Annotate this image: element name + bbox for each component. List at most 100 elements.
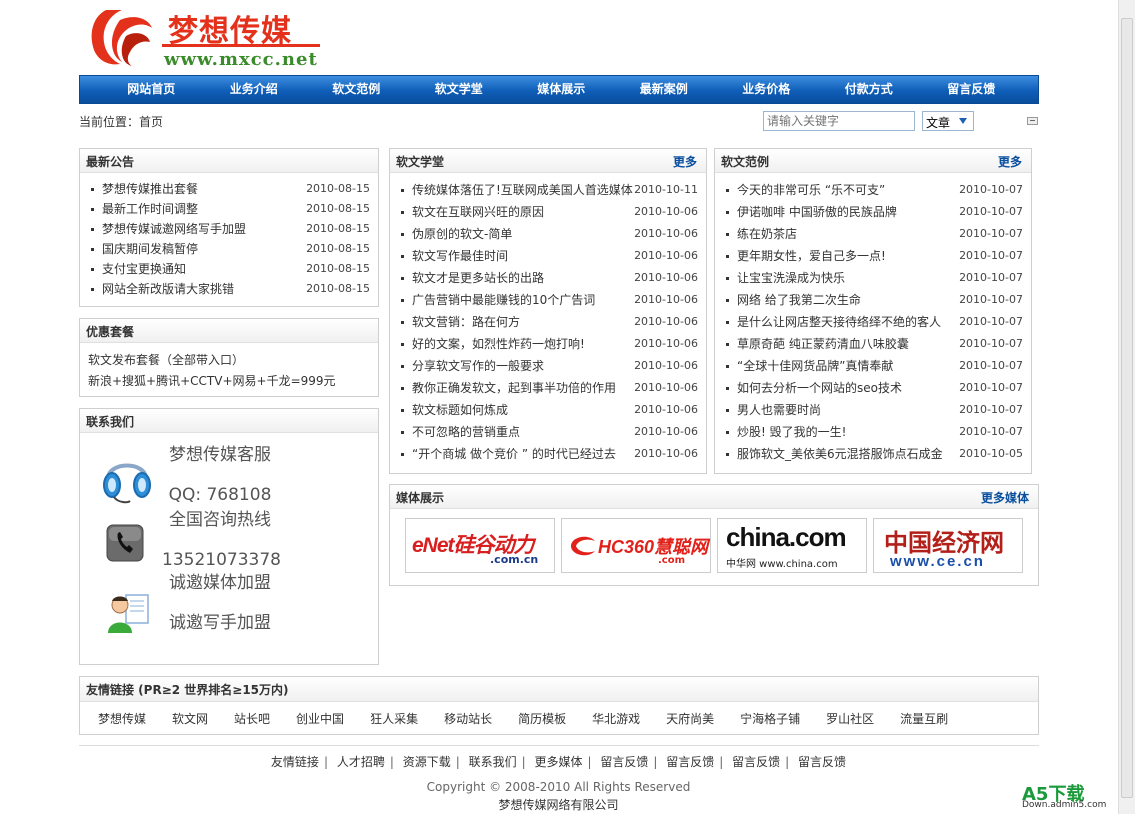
item-title[interactable]: 更年期女性，爱自己多一点!: [737, 249, 886, 263]
list-item[interactable]: “全球十佳网货品牌”真情奉献 2010-10-07: [715, 355, 1031, 377]
friend-link[interactable]: 梦想传媒: [98, 710, 146, 727]
media-logo-hc360[interactable]: HC360慧聪网 .com: [561, 518, 711, 573]
qq-number[interactable]: QQ: 768108: [168, 485, 272, 505]
friend-link[interactable]: 创业中国: [296, 710, 344, 727]
item-title[interactable]: 伪原创的软文-简单: [412, 227, 512, 241]
search-type-select[interactable]: 文章: [922, 111, 974, 131]
vertical-scrollbar[interactable]: [1118, 0, 1135, 814]
nav-home[interactable]: 网站首页: [100, 76, 203, 103]
list-item[interactable]: 梦想传媒推出套餐 2010-08-15: [80, 179, 378, 199]
footer-link[interactable]: 更多媒体: [534, 755, 582, 769]
item-title[interactable]: 软文营销：路在何方: [412, 315, 520, 329]
nav-payment[interactable]: 付款方式: [818, 76, 921, 103]
item-title[interactable]: 软文才是更多站长的出路: [412, 271, 544, 285]
item-title[interactable]: 练在奶茶店: [737, 227, 797, 241]
list-item[interactable]: 支付宝更换通知 2010-08-15: [80, 259, 378, 279]
examples-more-link[interactable]: 更多: [998, 153, 1022, 170]
nav-examples[interactable]: 软文范例: [305, 76, 408, 103]
nav-feedback[interactable]: 留言反馈: [920, 76, 1023, 103]
site-logo[interactable]: 梦想传媒 www.mxcc.net: [84, 4, 324, 72]
item-title[interactable]: 伊诺咖啡 中国骄傲的民族品牌: [737, 205, 897, 219]
list-item[interactable]: 分享软文写作的一般要求 2010-10-06: [390, 355, 706, 377]
footer-link[interactable]: 留言反馈: [666, 755, 714, 769]
friend-link[interactable]: 移动站长: [444, 710, 492, 727]
friend-link[interactable]: 流量互刷: [900, 710, 948, 727]
scrollbar-thumb[interactable]: [1121, 18, 1133, 798]
list-item[interactable]: 教你正确发软文，起到事半功倍的作用 2010-10-06: [390, 377, 706, 399]
friend-link[interactable]: 狂人采集: [370, 710, 418, 727]
list-item[interactable]: 梦想传媒诚邀网络写手加盟 2010-08-15: [80, 219, 378, 239]
footer-link[interactable]: 资源下载: [403, 755, 451, 769]
list-item[interactable]: 服饰软文_美依美6元混搭服饰点石成金 2010-10-05: [715, 443, 1031, 465]
list-item[interactable]: 网站全新改版请大家挑错 2010-08-15: [80, 279, 378, 299]
list-item[interactable]: 软文才是更多站长的出路 2010-10-06: [390, 267, 706, 289]
item-title[interactable]: 分享软文写作的一般要求: [412, 359, 544, 373]
media-logo-ce[interactable]: 中国经济网 www.ce.cn: [873, 518, 1023, 573]
item-title[interactable]: 让宝宝洗澡成为快乐: [737, 271, 845, 285]
collapse-icon[interactable]: [1027, 117, 1038, 125]
friend-link[interactable]: 宁海格子铺: [740, 710, 800, 727]
friend-link[interactable]: 天府尚美: [666, 710, 714, 727]
search-input[interactable]: [763, 111, 915, 131]
nav-school[interactable]: 软文学堂: [408, 76, 511, 103]
friend-link[interactable]: 华北游戏: [592, 710, 640, 727]
nav-business[interactable]: 业务介绍: [203, 76, 306, 103]
item-title[interactable]: 网络 给了我第二次生命: [737, 293, 861, 307]
media-logo-enet[interactable]: eNet硅谷动力 .com.cn: [405, 518, 555, 573]
friend-link[interactable]: 软文网: [172, 710, 208, 727]
list-item[interactable]: 软文标题如何炼成 2010-10-06: [390, 399, 706, 421]
list-item[interactable]: 让宝宝洗澡成为快乐 2010-10-07: [715, 267, 1031, 289]
nav-media[interactable]: 媒体展示: [510, 76, 613, 103]
list-item[interactable]: 软文营销：路在何方 2010-10-06: [390, 311, 706, 333]
footer-link[interactable]: 留言反馈: [732, 755, 780, 769]
phone-number[interactable]: 13521073378: [162, 550, 281, 570]
item-title[interactable]: 草原奇葩 纯正蒙药清血八味胶囊: [737, 337, 909, 351]
list-item[interactable]: 软文在互联网兴旺的原因 2010-10-06: [390, 201, 706, 223]
list-item[interactable]: 网络 给了我第二次生命 2010-10-07: [715, 289, 1031, 311]
list-item[interactable]: 是什么让网店整天接待络绎不绝的客人 2010-10-07: [715, 311, 1031, 333]
item-title[interactable]: 国庆期间发稿暂停: [102, 242, 198, 256]
list-item[interactable]: 伪原创的软文-简单 2010-10-06: [390, 223, 706, 245]
writer-join[interactable]: 诚邀写手加盟: [168, 613, 272, 633]
footer-link[interactable]: 友情链接: [271, 755, 319, 769]
list-item[interactable]: 男人也需要时尚 2010-10-07: [715, 399, 1031, 421]
item-title[interactable]: 网站全新改版请大家挑错: [102, 282, 234, 296]
list-item[interactable]: 不可忽略的营销重点 2010-10-06: [390, 421, 706, 443]
item-title[interactable]: 不可忽略的营销重点: [412, 425, 520, 439]
list-item[interactable]: “开个商城 做个竞价 ” 的时代已经过去 2010-10-06: [390, 443, 706, 465]
nav-price[interactable]: 业务价格: [715, 76, 818, 103]
item-title[interactable]: 支付宝更换通知: [102, 262, 186, 276]
list-item[interactable]: 传统媒体落伍了!互联网成美国人首选媒体 2010-10-11: [390, 179, 706, 201]
item-title[interactable]: 广告营销中最能赚钱的10个广告词: [412, 293, 595, 307]
item-title[interactable]: 今天的非常可乐 “乐不可支”: [737, 183, 885, 197]
item-title[interactable]: 最新工作时间调整: [102, 202, 198, 216]
list-item[interactable]: 伊诺咖啡 中国骄傲的民族品牌 2010-10-07: [715, 201, 1031, 223]
item-title[interactable]: 男人也需要时尚: [737, 403, 821, 417]
footer-link[interactable]: 留言反馈: [798, 755, 846, 769]
item-title[interactable]: “全球十佳网货品牌”真情奉献: [737, 359, 893, 373]
list-item[interactable]: 更年期女性，爱自己多一点! 2010-10-07: [715, 245, 1031, 267]
item-title[interactable]: 如何去分析一个网站的seo技术: [737, 381, 902, 395]
item-title[interactable]: 好的文案，如烈性炸药一炮打响!: [412, 337, 585, 351]
list-item[interactable]: 广告营销中最能赚钱的10个广告词 2010-10-06: [390, 289, 706, 311]
friend-link[interactable]: 简历模板: [518, 710, 566, 727]
list-item[interactable]: 今天的非常可乐 “乐不可支” 2010-10-07: [715, 179, 1031, 201]
footer-link[interactable]: 人才招聘: [337, 755, 385, 769]
item-title[interactable]: 传统媒体落伍了!互联网成美国人首选媒体: [412, 183, 633, 197]
list-item[interactable]: 最新工作时间调整 2010-08-15: [80, 199, 378, 219]
list-item[interactable]: 炒股! 毁了我的一生! 2010-10-07: [715, 421, 1031, 443]
item-title[interactable]: “开个商城 做个竞价 ” 的时代已经过去: [412, 447, 616, 461]
item-title[interactable]: 服饰软文_美依美6元混搭服饰点石成金: [737, 447, 943, 461]
media-more-link[interactable]: 更多媒体: [981, 489, 1029, 506]
list-item[interactable]: 国庆期间发稿暂停 2010-08-15: [80, 239, 378, 259]
list-item[interactable]: 如何去分析一个网站的seo技术 2010-10-07: [715, 377, 1031, 399]
friend-link[interactable]: 罗山社区: [826, 710, 874, 727]
footer-link[interactable]: 联系我们: [469, 755, 517, 769]
list-item[interactable]: 软文写作最佳时间 2010-10-06: [390, 245, 706, 267]
footer-link[interactable]: 留言反馈: [600, 755, 648, 769]
item-title[interactable]: 软文写作最佳时间: [412, 249, 508, 263]
nav-cases[interactable]: 最新案例: [613, 76, 716, 103]
list-item[interactable]: 练在奶茶店 2010-10-07: [715, 223, 1031, 245]
media-logo-china[interactable]: china.com 中华网 www.china.com: [717, 518, 867, 573]
item-title[interactable]: 软文标题如何炼成: [412, 403, 508, 417]
